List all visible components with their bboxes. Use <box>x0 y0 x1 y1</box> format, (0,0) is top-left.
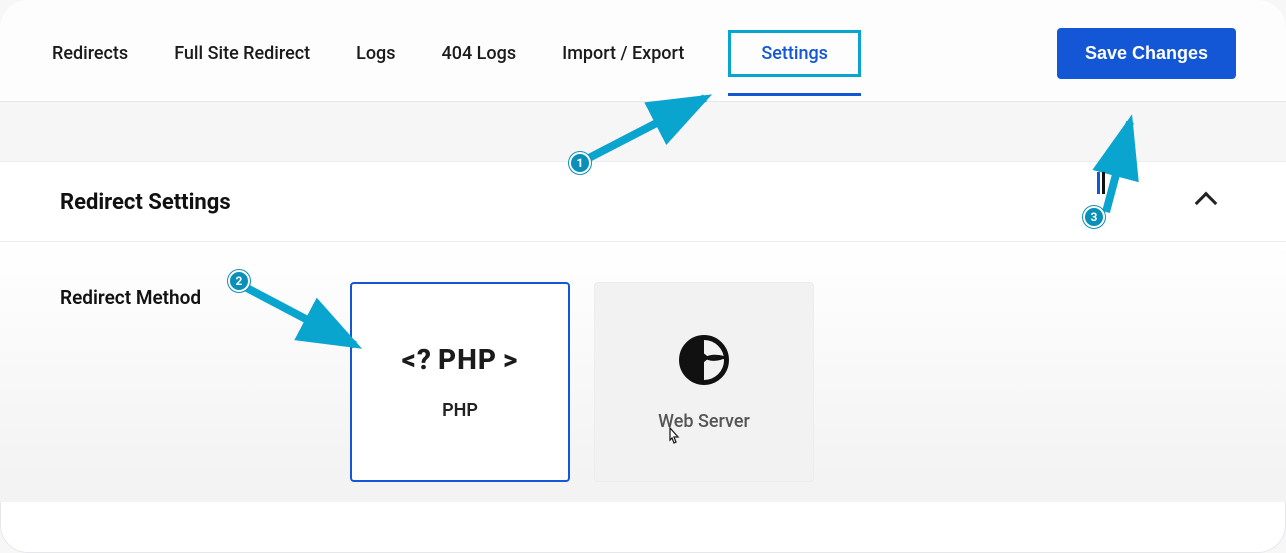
spacer-strip <box>0 102 1286 162</box>
php-code-icon: <?PHP> <box>402 343 519 376</box>
tab-settings[interactable]: Settings <box>728 30 861 77</box>
tab-full-site-redirect[interactable]: Full Site Redirect <box>172 37 312 70</box>
tab-redirects[interactable]: Redirects <box>50 37 130 70</box>
app-frame: Redirects Full Site Redirect Logs 404 Lo… <box>0 0 1286 553</box>
panel-body: Redirect Method <?PHP> PHP Web Server <box>0 242 1286 502</box>
globe-icon <box>677 333 731 387</box>
redirect-method-options: <?PHP> PHP Web Server <box>350 282 814 502</box>
tab-import-export[interactable]: Import / Export <box>560 37 686 70</box>
save-changes-button[interactable]: Save Changes <box>1057 28 1236 79</box>
redirect-method-label: Redirect Method <box>60 282 290 502</box>
panel-title: Redirect Settings <box>60 190 231 215</box>
tab-404-logs[interactable]: 404 Logs <box>440 37 519 70</box>
tabs-list: Redirects Full Site Redirect Logs 404 Lo… <box>50 30 861 77</box>
php-option-label: PHP <box>442 400 478 421</box>
webserver-option-label: Web Server <box>658 411 750 432</box>
tabs-bar: Redirects Full Site Redirect Logs 404 Lo… <box>0 0 1286 102</box>
redirect-method-webserver[interactable]: Web Server <box>594 282 814 482</box>
redirect-method-php[interactable]: <?PHP> PHP <box>350 282 570 482</box>
panel-header[interactable]: Redirect Settings <box>0 162 1286 242</box>
chevron-up-icon[interactable] <box>1195 191 1218 214</box>
tab-logs[interactable]: Logs <box>354 37 397 70</box>
